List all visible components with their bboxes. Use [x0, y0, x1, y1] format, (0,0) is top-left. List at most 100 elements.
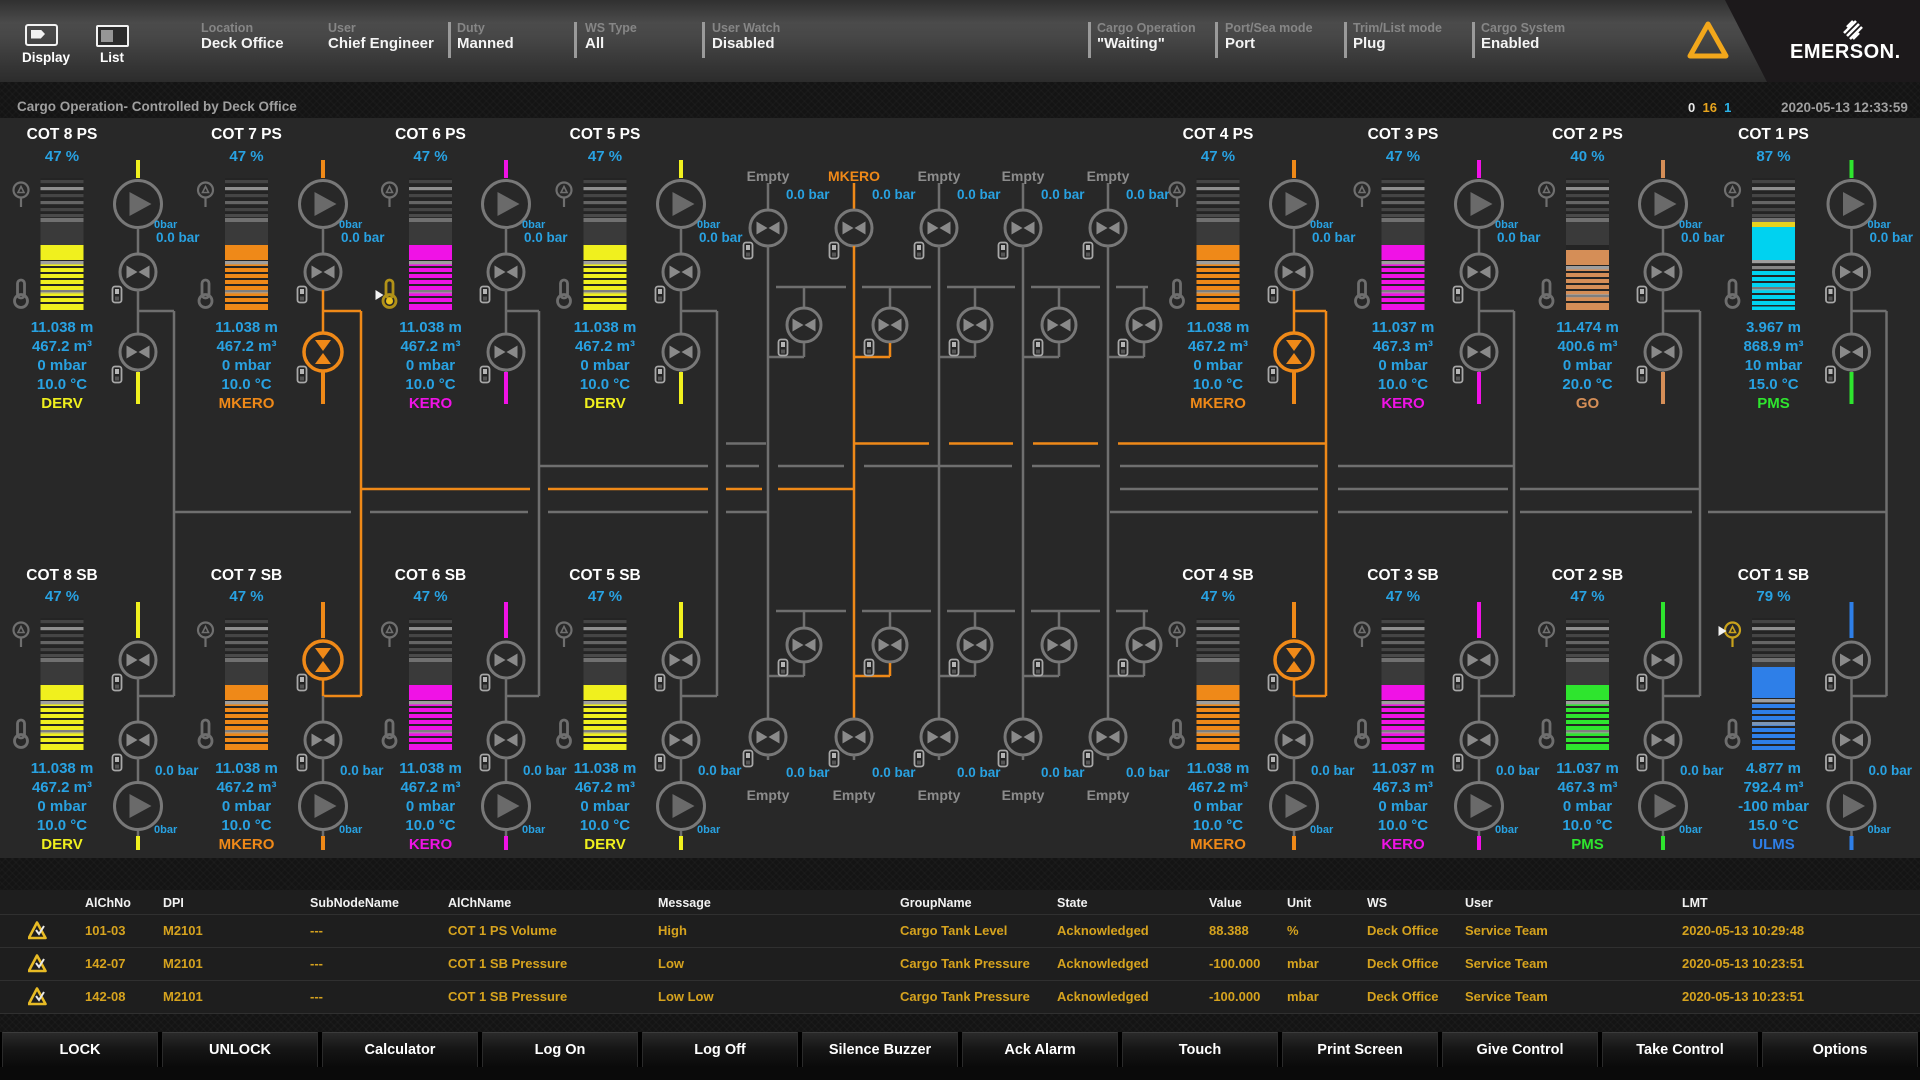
svg-text:0bar: 0bar	[697, 824, 721, 836]
svg-text:0.0 bar: 0.0 bar	[699, 230, 743, 245]
svg-text:Empty: Empty	[747, 168, 790, 184]
svg-text:0.0 bar: 0.0 bar	[1869, 763, 1913, 778]
svg-text:0.0 bar: 0.0 bar	[523, 763, 567, 778]
svg-text:0 mbar: 0 mbar	[1563, 798, 1612, 815]
svg-text:COT 6 SB: COT 6 SB	[395, 567, 466, 584]
svg-text:10.0 °C: 10.0 °C	[1193, 817, 1243, 834]
svg-text:0 mbar: 0 mbar	[1193, 798, 1242, 815]
svg-text:KERO: KERO	[1381, 395, 1425, 412]
svg-text:0 mbar: 0 mbar	[222, 798, 271, 815]
svg-text:0 mbar: 0 mbar	[1563, 357, 1612, 374]
svg-text:0bar: 0bar	[1310, 824, 1334, 836]
svg-text:DERV: DERV	[41, 395, 82, 412]
svg-text:COT 2 PS: COT 2 PS	[1552, 126, 1623, 143]
svg-text:COT 7 SB: COT 7 SB	[211, 567, 282, 584]
svg-text:11.037 m: 11.037 m	[1556, 760, 1619, 777]
svg-text:COT 5 PS: COT 5 PS	[570, 126, 641, 143]
svg-text:467.3 m³: 467.3 m³	[1373, 779, 1433, 796]
svg-text:0.0 bar: 0.0 bar	[1496, 763, 1540, 778]
svg-text:COT 1 SB: COT 1 SB	[1738, 567, 1809, 584]
svg-text:0.0 bar: 0.0 bar	[1041, 765, 1085, 780]
svg-text:467.2 m³: 467.2 m³	[32, 779, 92, 796]
svg-text:400.6 m³: 400.6 m³	[1557, 338, 1617, 355]
svg-text:467.2 m³: 467.2 m³	[216, 338, 276, 355]
svg-text:MKERO: MKERO	[219, 395, 275, 412]
svg-text:10.0 °C: 10.0 °C	[1378, 817, 1428, 834]
svg-text:0bar: 0bar	[154, 824, 178, 836]
svg-text:COT 4 PS: COT 4 PS	[1183, 126, 1254, 143]
svg-text:47 %: 47 %	[1201, 588, 1235, 605]
svg-text:11.038 m: 11.038 m	[1187, 760, 1250, 777]
svg-text:0.0 bar: 0.0 bar	[1312, 230, 1356, 245]
svg-text:MKERO: MKERO	[1190, 836, 1246, 853]
svg-text:Empty: Empty	[1087, 787, 1130, 803]
svg-text:11.038 m: 11.038 m	[215, 760, 278, 777]
svg-text:10.0 °C: 10.0 °C	[405, 817, 455, 834]
svg-text:467.2 m³: 467.2 m³	[1188, 338, 1248, 355]
svg-text:0.0 bar: 0.0 bar	[698, 763, 742, 778]
svg-text:MKERO: MKERO	[219, 836, 275, 853]
svg-text:Empty: Empty	[747, 787, 790, 803]
svg-text:ULMS: ULMS	[1752, 836, 1795, 853]
svg-text:DERV: DERV	[584, 836, 625, 853]
svg-text:0.0 bar: 0.0 bar	[1497, 230, 1541, 245]
svg-text:10.0 °C: 10.0 °C	[580, 376, 630, 393]
svg-text:10.0 °C: 10.0 °C	[221, 817, 271, 834]
svg-text:KERO: KERO	[409, 395, 453, 412]
svg-text:0.0 bar: 0.0 bar	[1126, 765, 1170, 780]
svg-text:0.0 bar: 0.0 bar	[786, 765, 830, 780]
svg-text:KERO: KERO	[409, 836, 453, 853]
svg-text:0bar: 0bar	[339, 824, 363, 836]
svg-text:11.038 m: 11.038 m	[215, 319, 278, 336]
svg-text:0.0 bar: 0.0 bar	[1870, 230, 1914, 245]
svg-text:0bar: 0bar	[522, 824, 546, 836]
svg-text:20.0 °C: 20.0 °C	[1562, 376, 1612, 393]
svg-text:0.0 bar: 0.0 bar	[340, 763, 384, 778]
svg-text:0 mbar: 0 mbar	[37, 357, 86, 374]
svg-text:868.9 m³: 868.9 m³	[1743, 338, 1803, 355]
svg-text:GO: GO	[1576, 395, 1600, 412]
svg-text:DERV: DERV	[41, 836, 82, 853]
svg-text:79 %: 79 %	[1756, 588, 1790, 605]
svg-text:0.0 bar: 0.0 bar	[341, 230, 385, 245]
svg-text:10.0 °C: 10.0 °C	[37, 376, 87, 393]
svg-text:0.0 bar: 0.0 bar	[524, 230, 568, 245]
svg-text:11.038 m: 11.038 m	[31, 319, 94, 336]
svg-text:15.0 °C: 15.0 °C	[1748, 817, 1798, 834]
svg-text:0 mbar: 0 mbar	[406, 357, 455, 374]
svg-text:KERO: KERO	[1381, 836, 1425, 853]
svg-text:Empty: Empty	[1002, 787, 1045, 803]
svg-text:47 %: 47 %	[45, 588, 79, 605]
svg-text:0 mbar: 0 mbar	[1193, 357, 1242, 374]
svg-text:467.3 m³: 467.3 m³	[1373, 338, 1433, 355]
svg-text:0 mbar: 0 mbar	[1378, 357, 1427, 374]
svg-text:COT 3 SB: COT 3 SB	[1367, 567, 1438, 584]
svg-text:10 mbar: 10 mbar	[1745, 357, 1803, 374]
svg-text:87 %: 87 %	[1756, 148, 1790, 165]
svg-text:COT 7 PS: COT 7 PS	[211, 126, 282, 143]
svg-text:47 %: 47 %	[1386, 588, 1420, 605]
svg-text:Empty: Empty	[918, 168, 961, 184]
svg-text:0.0 bar: 0.0 bar	[1311, 763, 1355, 778]
svg-text:47 %: 47 %	[413, 148, 447, 165]
svg-text:10.0 °C: 10.0 °C	[1193, 376, 1243, 393]
svg-text:11.038 m: 11.038 m	[1187, 319, 1250, 336]
svg-text:467.2 m³: 467.2 m³	[400, 779, 460, 796]
svg-text:-100 mbar: -100 mbar	[1738, 798, 1809, 815]
svg-text:PMS: PMS	[1571, 836, 1604, 853]
svg-text:0.0 bar: 0.0 bar	[1126, 187, 1170, 202]
svg-text:COT 6 PS: COT 6 PS	[395, 126, 466, 143]
svg-text:0.0 bar: 0.0 bar	[957, 187, 1001, 202]
svg-text:0.0 bar: 0.0 bar	[786, 187, 830, 202]
svg-text:0 mbar: 0 mbar	[580, 798, 629, 815]
svg-text:0 mbar: 0 mbar	[406, 798, 455, 815]
svg-text:11.474 m: 11.474 m	[1556, 319, 1619, 336]
svg-text:PMS: PMS	[1757, 395, 1790, 412]
svg-text:47 %: 47 %	[229, 588, 263, 605]
svg-text:10.0 °C: 10.0 °C	[1562, 817, 1612, 834]
svg-text:0.0 bar: 0.0 bar	[156, 230, 200, 245]
svg-text:467.2 m³: 467.2 m³	[575, 779, 635, 796]
svg-text:DERV: DERV	[584, 395, 625, 412]
svg-text:11.038 m: 11.038 m	[31, 760, 94, 777]
svg-text:15.0 °C: 15.0 °C	[1748, 376, 1798, 393]
